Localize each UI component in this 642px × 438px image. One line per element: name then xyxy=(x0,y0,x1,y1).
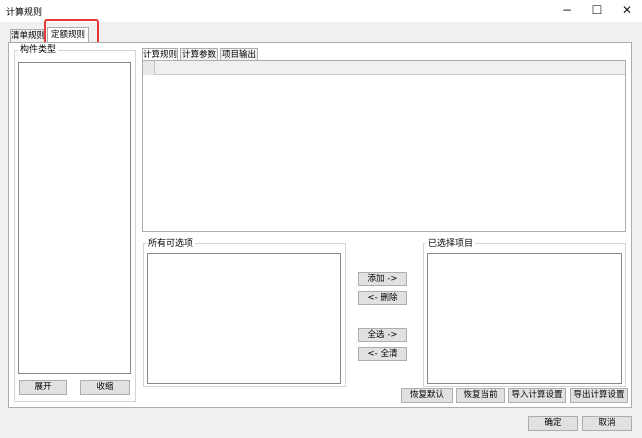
select-all-button[interactable]: 全选 -> xyxy=(358,328,407,342)
expand-button[interactable]: 展开 xyxy=(19,380,67,395)
tab-bill-rules[interactable]: 清单规则 xyxy=(10,29,46,42)
available-items-list[interactable] xyxy=(147,253,341,384)
add-button[interactable]: 添加 -> xyxy=(358,272,407,286)
selected-items-label: 已选择项目 xyxy=(426,239,476,249)
cancel-button[interactable]: 取消 xyxy=(582,416,632,431)
export-settings-button[interactable]: 导出计算设置 xyxy=(570,388,628,403)
component-type-tree[interactable] xyxy=(18,62,131,374)
component-type-label: 构件类型 xyxy=(18,45,59,55)
close-button[interactable]: ✕ xyxy=(612,0,642,22)
collapse-button[interactable]: 收缩 xyxy=(80,380,130,395)
grid-header xyxy=(143,61,625,75)
minimize-button[interactable]: − xyxy=(552,0,582,22)
grid-corner-cell xyxy=(143,61,155,75)
restore-default-button[interactable]: 恢复默认 xyxy=(401,388,453,403)
available-items-label: 所有可选项 xyxy=(146,239,196,249)
restore-current-button[interactable]: 恢复当前 xyxy=(456,388,505,403)
selected-items-list[interactable] xyxy=(427,253,622,384)
rules-grid[interactable] xyxy=(142,60,626,232)
window-title: 计算规则 xyxy=(6,8,43,18)
remove-button[interactable]: <- 删除 xyxy=(358,291,407,305)
clear-all-button[interactable]: <- 全清 xyxy=(358,347,407,361)
maximize-button[interactable]: ☐ xyxy=(582,0,612,22)
import-settings-button[interactable]: 导入计算设置 xyxy=(508,388,566,403)
ok-button[interactable]: 确定 xyxy=(528,416,578,431)
